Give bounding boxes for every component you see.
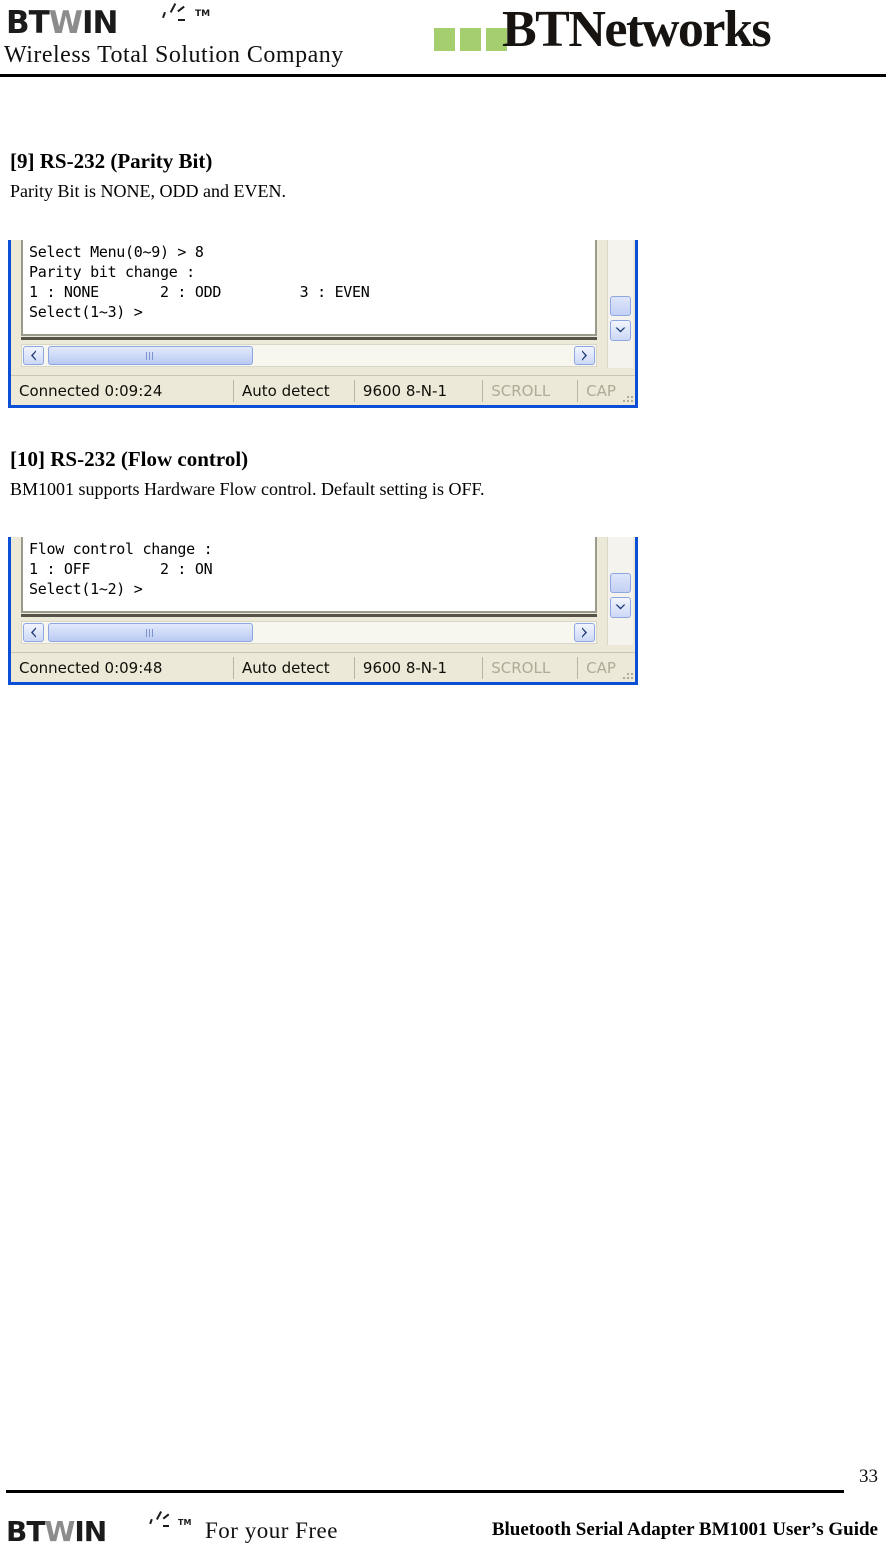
- trademark-icon: TM: [195, 9, 211, 19]
- terminal-body: Flow control change : 1 : OFF 2 : ON Sel…: [11, 537, 635, 682]
- btwin-wordmark: BTWIN: [6, 5, 118, 41]
- scroll-down-arrow-icon[interactable]: [610, 597, 631, 618]
- footer-btwin-logo: BTWIN TM: [4, 1508, 234, 1554]
- btnetworks-wordmark: BTNetworks: [502, 1, 772, 58]
- company-tagline: Wireless Total Solution Company: [4, 42, 344, 68]
- footer-bt-text: BT: [6, 1515, 45, 1548]
- section-flow-control: [10] RS-232 (Flow control) BM1001 suppor…: [10, 446, 870, 501]
- status-connected: Connected 0:09:24: [19, 381, 163, 400]
- status-detect: Auto detect: [242, 658, 330, 677]
- terminal-output-area: Select Menu(0~9) > 8 Parity bit change :…: [21, 240, 597, 336]
- btnetworks-squares-icon: [434, 28, 510, 51]
- status-serial-settings: 9600 8-N-1: [362, 658, 447, 677]
- terminal-output-area: Flow control change : 1 : OFF 2 : ON Sel…: [21, 537, 597, 613]
- terminal-body: Select Menu(0~9) > 8 Parity bit change :…: [11, 240, 635, 405]
- btwin-w-text: W: [48, 5, 83, 41]
- page-header: BTWIN TM Wireless Total Solution Company…: [0, 0, 886, 78]
- btwin-logo: BTWIN TM Wireless Total Solution Company: [2, 2, 344, 76]
- vertical-scrollbar-thumb[interactable]: [610, 573, 631, 593]
- page-number: 33: [859, 1466, 878, 1487]
- scroll-right-arrow-icon[interactable]: [574, 623, 595, 642]
- resize-grip-icon[interactable]: [623, 395, 633, 403]
- btwin-in-text: IN: [81, 5, 118, 41]
- footer-btwin-wordmark: BTWIN: [6, 1515, 107, 1548]
- footer-trademark-icon: TM: [178, 1518, 192, 1527]
- status-detect: Auto detect: [242, 381, 330, 400]
- terminal-output-text-flow: Flow control change : 1 : OFF 2 : ON Sel…: [29, 540, 213, 598]
- section-parity-bit: [9] RS-232 (Parity Bit) Parity Bit is NO…: [10, 148, 870, 203]
- scroll-left-arrow-icon[interactable]: [23, 346, 44, 365]
- horizontal-scrollbar-thumb[interactable]: [48, 623, 253, 642]
- footer-w-text: W: [44, 1515, 75, 1548]
- header-divider: [0, 74, 886, 77]
- antenna-signal-icon: [150, 2, 196, 32]
- scrollbar-grip-icon: [146, 351, 155, 360]
- terminal-output-text-parity: Select Menu(0~9) > 8 Parity bit change :…: [29, 243, 370, 321]
- btnetworks-logo: BTNetworks: [432, 1, 886, 70]
- footer-in-text: IN: [74, 1515, 107, 1548]
- status-serial-settings: 9600 8-N-1: [362, 381, 447, 400]
- terminal-screenshot-flow-control: Flow control change : 1 : OFF 2 : ON Sel…: [8, 537, 638, 685]
- terminal-vertical-scrollbar[interactable]: [607, 537, 633, 645]
- footer-document-title: Bluetooth Serial Adapter BM1001 User’s G…: [491, 1519, 878, 1540]
- status-scroll-indicator: SCROLL: [491, 658, 551, 677]
- vertical-scrollbar-thumb[interactable]: [610, 296, 631, 316]
- section-title-flow-control: [10] RS-232 (Flow control): [10, 447, 249, 471]
- terminal-inner-shadow: [21, 614, 597, 617]
- terminal-inner-shadow: [21, 337, 597, 340]
- resize-grip-icon[interactable]: [623, 672, 633, 680]
- status-connected: Connected 0:09:48: [19, 658, 163, 677]
- terminal-screenshot-parity-bit: Select Menu(0~9) > 8 Parity bit change :…: [8, 240, 638, 408]
- scrollbar-grip-icon: [146, 628, 155, 637]
- horizontal-scrollbar-thumb[interactable]: [48, 346, 253, 365]
- scroll-right-arrow-icon[interactable]: [574, 346, 595, 365]
- page-footer: 33 BTWIN TM For your Free Bluetooth Seri…: [0, 1466, 886, 1554]
- status-scroll-indicator: SCROLL: [491, 381, 551, 400]
- terminal-horizontal-scrollbar[interactable]: [21, 344, 597, 367]
- scroll-left-arrow-icon[interactable]: [23, 623, 44, 642]
- footer-divider: [6, 1490, 844, 1493]
- btwin-bt-text: BT: [6, 5, 50, 41]
- section-body-flow-control: BM1001 supports Hardware Flow control. D…: [10, 479, 485, 499]
- terminal-vertical-scrollbar[interactable]: [607, 240, 633, 368]
- footer-antenna-signal-icon: [138, 1510, 182, 1538]
- terminal-status-bar: Connected 0:09:24 Auto detect 9600 8-N-1…: [11, 375, 635, 405]
- terminal-horizontal-scrollbar[interactable]: [21, 621, 597, 644]
- section-title-parity-bit: [9] RS-232 (Parity Bit): [10, 149, 213, 173]
- scroll-down-arrow-icon[interactable]: [610, 320, 631, 341]
- section-body-parity-bit: Parity Bit is NONE, ODD and EVEN.: [10, 181, 286, 201]
- terminal-status-bar: Connected 0:09:48 Auto detect 9600 8-N-1…: [11, 652, 635, 682]
- footer-slogan: For your Free: [205, 1518, 338, 1543]
